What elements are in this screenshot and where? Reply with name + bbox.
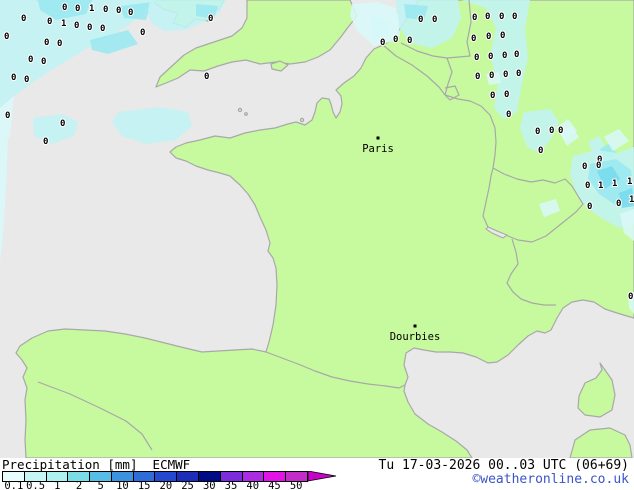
legend-product-label: Precipitation	[2, 457, 100, 472]
colorbar-tick: 0.5	[26, 480, 46, 490]
city-label: Paris	[362, 143, 394, 155]
channel-island	[299, 117, 305, 123]
precip-value-marker: 0	[28, 55, 33, 65]
precip-value-marker: 1	[612, 179, 617, 189]
forecast-timestamp: Tu 17-03-2026 00..03 UTC (06+69)	[378, 458, 629, 473]
colorbar-tick: 0.1	[4, 480, 24, 490]
colorbar-tick: 50	[289, 480, 303, 490]
precip-value-marker: 0	[500, 31, 505, 41]
precip-value-marker: 0	[393, 35, 398, 45]
legend-title: Precipitation [mm] ECMWF	[2, 457, 190, 472]
precip-value-marker: 0	[504, 90, 509, 100]
precipitation-map: 0 0 1 0 0 00 0 1 0 0 0 000 00 00 000000 0 0 0 0 0 00 0 0 0 0 00 0 0…	[0, 0, 634, 458]
colorbar-tick: 35	[224, 480, 238, 490]
precip-value-marker: 0	[380, 38, 385, 48]
precip-value-marker: 0	[116, 6, 121, 16]
legend-panel: Precipitation [mm] ECMWF 0.1 0.5 1 2 5 10 15 20…	[0, 457, 634, 490]
precip-value-marker: 1	[598, 181, 603, 191]
colorbar-tick: 1	[54, 480, 61, 490]
precip-value-marker: 0	[74, 21, 79, 31]
precip-value-marker: 0	[514, 50, 519, 60]
precip-value-marker: 0	[502, 51, 507, 61]
precip-value-marker: 0	[616, 199, 621, 209]
colorbar-tick: 30	[202, 480, 216, 490]
precip-value-marker: 0	[516, 69, 521, 79]
city-label: Dourbies	[390, 331, 441, 343]
precip-value-marker: 0	[60, 119, 65, 129]
precip-value-marker: 0	[538, 146, 543, 156]
precip-value-marker: 0	[628, 292, 633, 302]
precip-value-marker: 0	[499, 12, 504, 22]
precip-value-marker: 0	[432, 15, 437, 25]
weather-map-page: 0010000010000000000000000000000000000000…	[0, 0, 634, 490]
colorbar-tick: 10	[116, 480, 129, 490]
precip-value-marker: 0	[21, 14, 26, 24]
precip-value-marker: 1	[61, 19, 66, 29]
precip-value-marker: 0	[4, 32, 9, 42]
precip-value-marker: 0	[41, 57, 46, 67]
precip-value-marker: 0	[471, 34, 476, 44]
precip-value-marker: 0	[44, 38, 49, 48]
precip-value-marker: 0	[11, 73, 16, 83]
precip-value-marker: 0	[57, 39, 62, 49]
city-dot	[413, 324, 417, 328]
precip-patch	[404, 4, 428, 20]
precip-value-marker: 0	[506, 110, 511, 120]
precip-value-marker: 0	[87, 23, 92, 33]
precip-value-marker: 0	[75, 4, 80, 14]
precip-value-marker: 0	[418, 15, 423, 25]
precip-value-marker: 0	[140, 28, 145, 38]
precip-value-marker: 0	[587, 202, 592, 212]
precip-value-marker: 0	[503, 70, 508, 80]
legend-model-label: ECMWF	[152, 457, 191, 472]
precip-value-marker: 0	[208, 14, 213, 24]
precip-value-marker: 0	[43, 137, 48, 147]
colorbar-tick: 25	[181, 480, 194, 490]
precip-value-marker: 0	[549, 126, 554, 136]
precip-value-marker: 0	[103, 5, 108, 15]
precip-value-marker: 0	[407, 36, 412, 46]
colorbar-tick: 20	[159, 480, 173, 490]
precip-value-marker: 0	[512, 12, 517, 22]
colorbar-tick: 15	[137, 480, 151, 490]
precip-value-marker: 0	[128, 8, 133, 18]
copyright-text: ©weatheronline.co.uk	[472, 472, 629, 487]
colorbar-tick: 5	[97, 480, 104, 490]
precip-value-marker: 0	[475, 72, 480, 82]
precip-value-marker: 0	[474, 53, 479, 63]
channel-island	[244, 112, 248, 116]
precip-value-marker: 0	[47, 17, 52, 27]
precip-value-marker: 0	[24, 75, 29, 85]
legend-unit-label: [mm]	[107, 457, 138, 472]
precip-value-marker: 0	[62, 3, 67, 13]
precip-value-marker: 0	[585, 181, 590, 191]
precip-value-marker: 0	[582, 162, 587, 172]
colorbar-tick: 40	[246, 480, 260, 490]
precip-value-marker: 0	[535, 127, 540, 137]
precip-value-marker: 0	[485, 12, 490, 22]
precip-value-marker: 0	[204, 72, 209, 82]
precip-value-marker: 0	[489, 71, 494, 81]
precip-value-marker: 1	[629, 195, 634, 205]
city-dot	[376, 136, 380, 140]
precip-value-marker: 0	[472, 13, 477, 23]
colorbar-tick: 45	[268, 480, 281, 490]
precip-value-marker: 0	[100, 24, 105, 34]
colorbar-tick-labels: 0.1 0.5 1 2 5 10 15 20 25 30 35 40 45 50	[0, 480, 340, 490]
precip-value-marker: 0	[558, 126, 563, 136]
precip-value-marker: 0	[5, 111, 10, 121]
precip-value-marker: 0	[490, 91, 495, 101]
colorbar-tick: 2	[75, 480, 83, 490]
precip-value-marker: 0	[596, 161, 601, 171]
precip-value-marker: 0	[486, 32, 491, 42]
channel-island	[237, 107, 243, 113]
precip-value-marker: 1	[627, 177, 632, 187]
precip-value-marker: 0	[488, 52, 493, 62]
precip-value-marker: 1	[89, 4, 94, 14]
